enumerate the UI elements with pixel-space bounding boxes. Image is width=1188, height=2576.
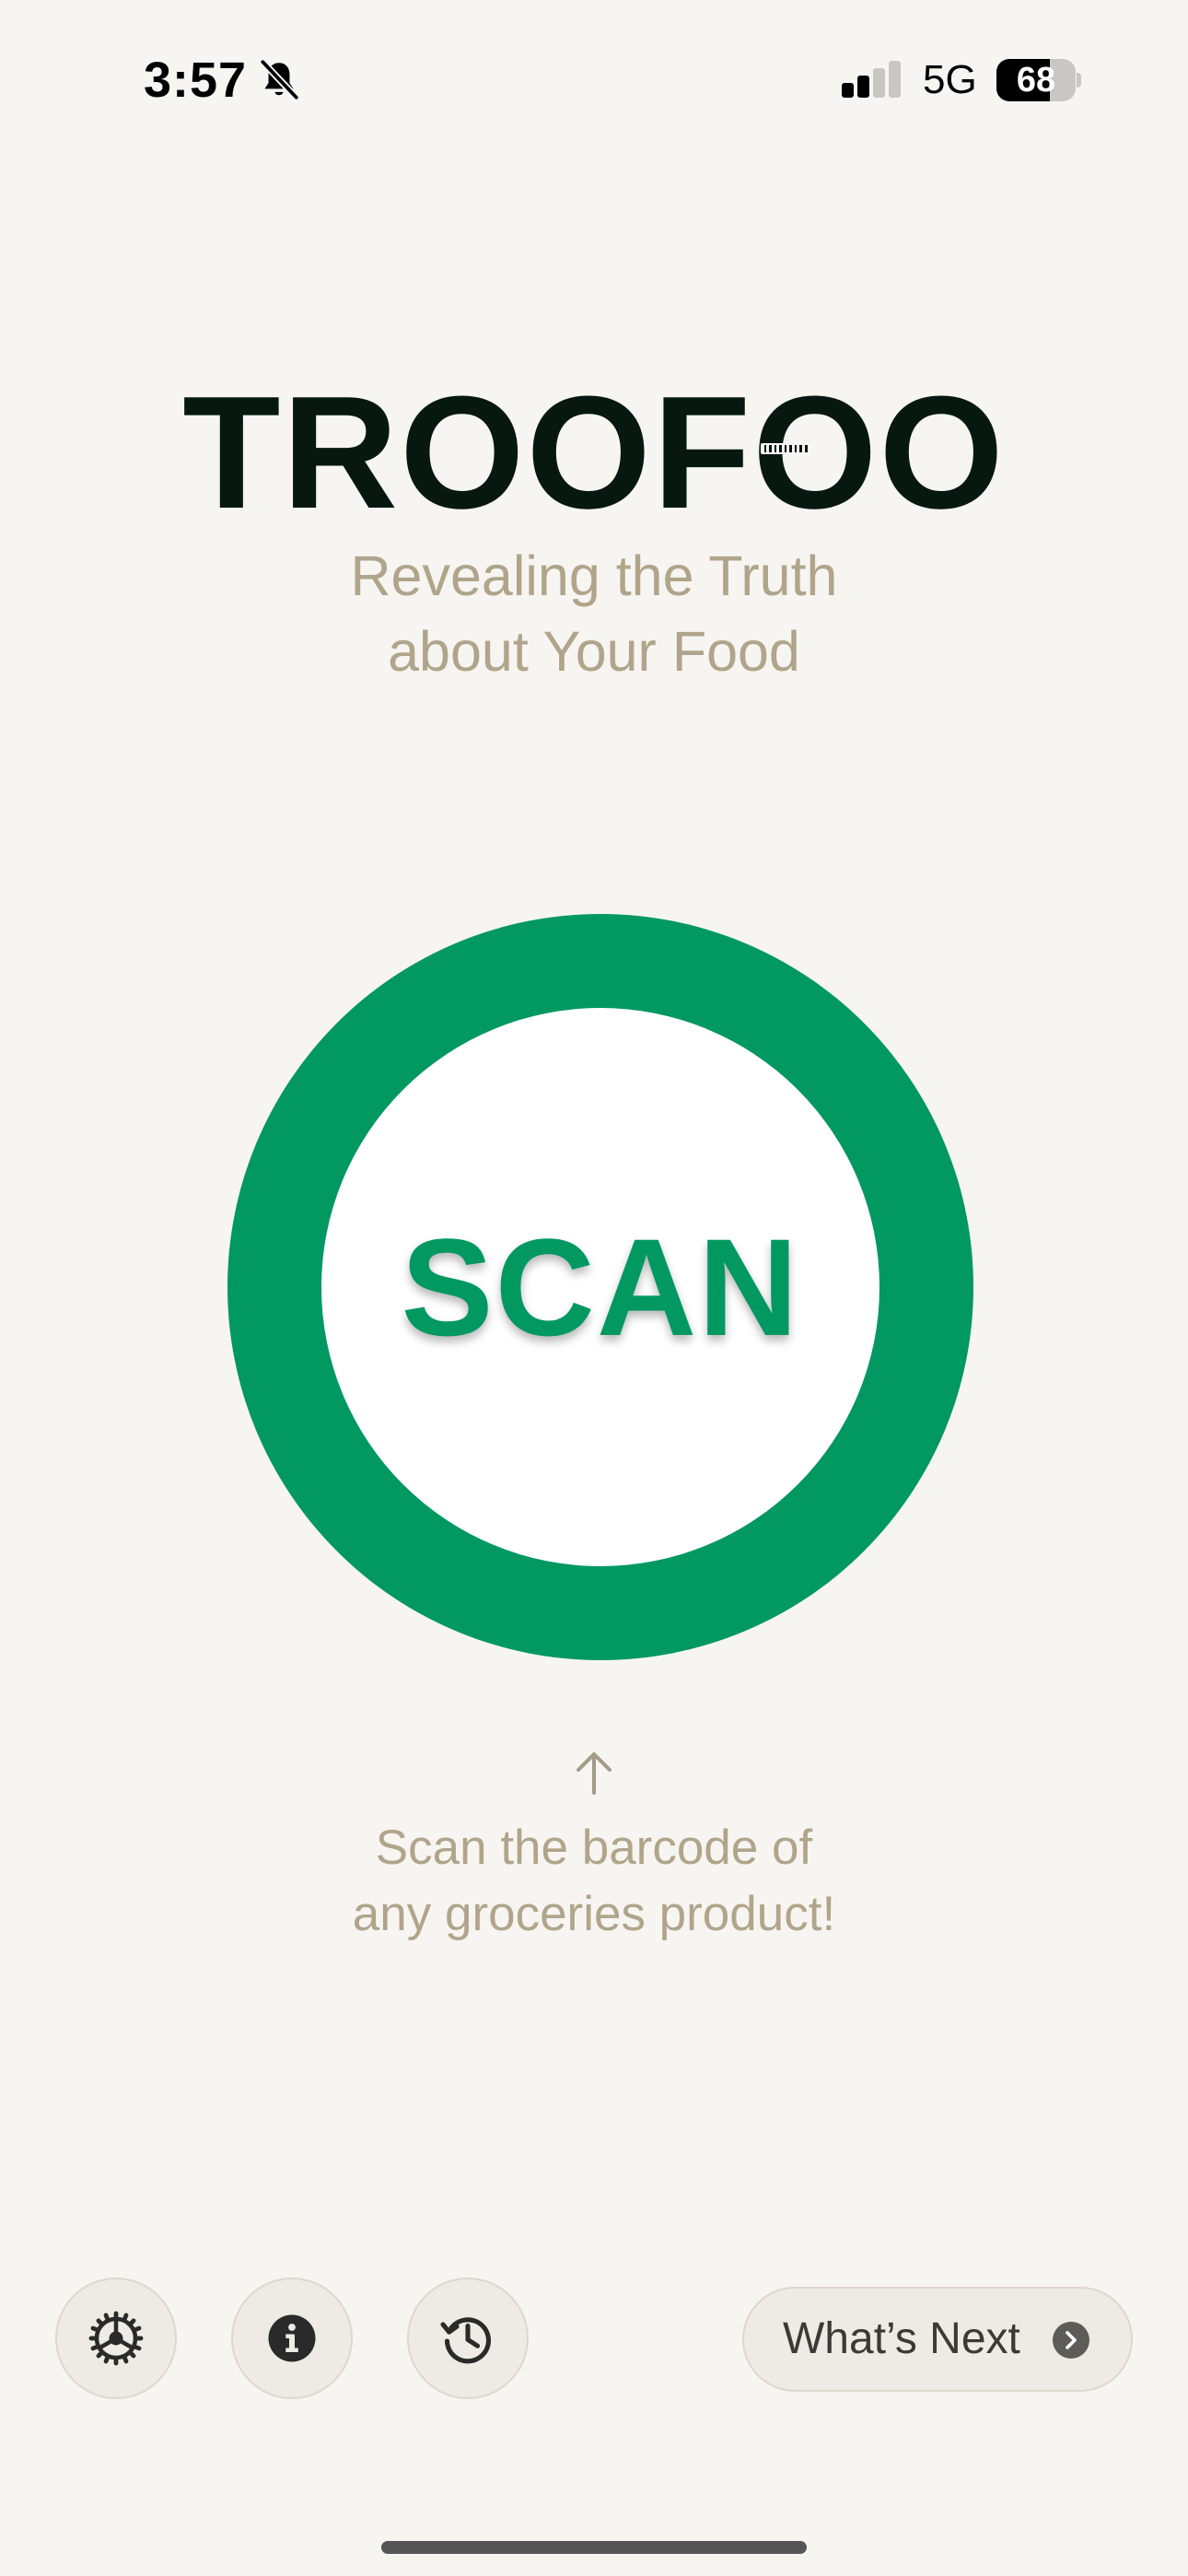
arrow-up-icon — [577, 1752, 611, 1795]
battery-level: 68 — [1016, 61, 1056, 100]
bell-slash-icon — [259, 58, 300, 101]
settings-button[interactable] — [55, 2277, 177, 2399]
info-button[interactable] — [231, 2277, 353, 2399]
whats-next-label[interactable]: What’s Next — [783, 2289, 1020, 2390]
barcode-logo-icon — [761, 443, 812, 454]
app-logo-title: TROOFOO — [182, 362, 1006, 542]
whats-next-button[interactable]: What’s Next — [742, 2287, 1133, 2392]
scan-hint-line-1: Scan the barcode of — [375, 1821, 813, 1875]
tagline-line-2: about Your Food — [388, 620, 800, 683]
status-time: 3:57 — [144, 53, 248, 108]
scan-button[interactable]: SCAN — [227, 914, 973, 1660]
chevron-right-icon — [1053, 2322, 1089, 2359]
tagline-line-1: Revealing the Truth — [350, 544, 838, 607]
tagline: Revealing the Truth about Your Food — [0, 538, 1188, 689]
scan-hint-line-2: any groceries product! — [352, 1887, 836, 1941]
cellular-signal-icon — [842, 61, 901, 98]
settings-gear-icon — [88, 2311, 144, 2366]
battery-icon: 68 — [996, 59, 1081, 101]
home-indicator[interactable] — [381, 2541, 807, 2554]
info-icon — [268, 2314, 316, 2362]
scan-hint: Scan the barcode of any groceries produc… — [0, 1815, 1188, 1948]
history-button[interactable] — [407, 2277, 529, 2399]
scan-button-inner[interactable]: SCAN — [321, 1008, 879, 1566]
scan-label[interactable]: SCAN — [321, 1008, 879, 1566]
network-label: 5G — [923, 57, 977, 102]
history-icon — [440, 2317, 492, 2364]
